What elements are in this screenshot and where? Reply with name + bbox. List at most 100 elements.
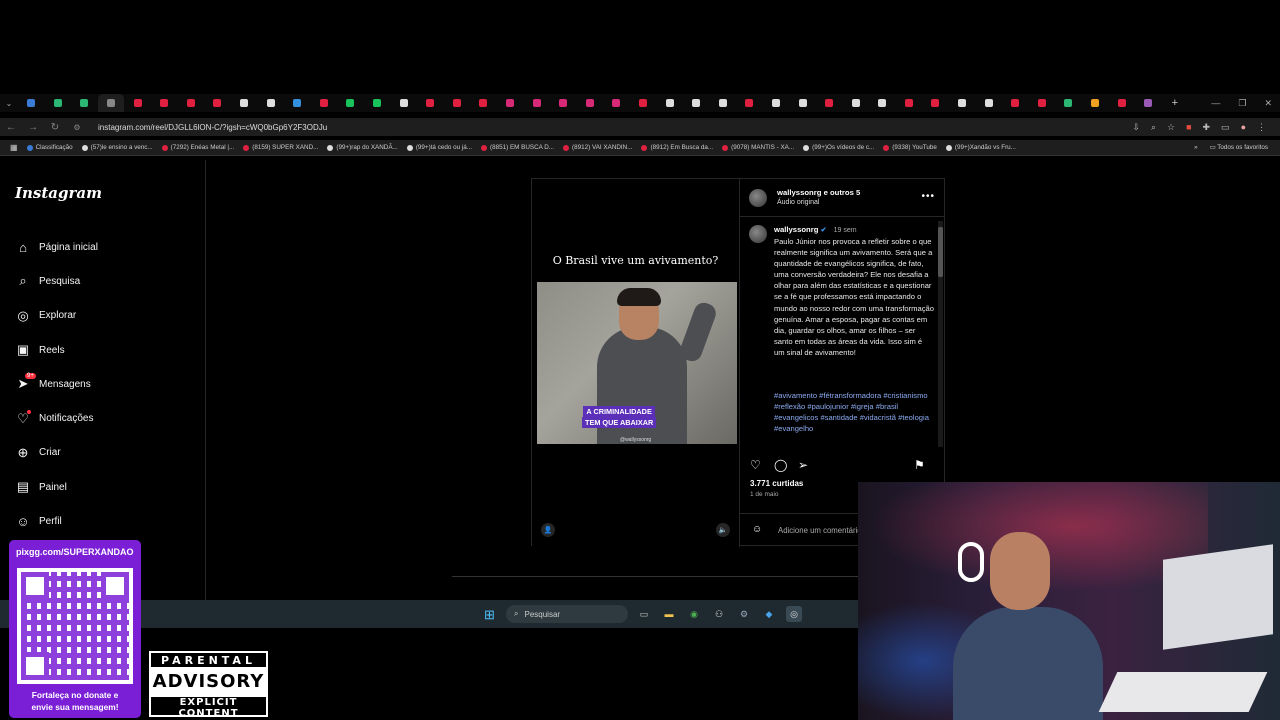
sidebar-item-pesquisa[interactable]: ⌕ Pesquisa <box>15 264 98 298</box>
app-icon[interactable]: ⚇ <box>711 606 727 622</box>
share-icon[interactable]: ➢ <box>798 458 822 472</box>
caption-scrollbar[interactable] <box>938 221 943 447</box>
apps-icon[interactable]: ▦ <box>10 143 18 152</box>
browser-tab[interactable] <box>1029 94 1056 112</box>
browser-tab[interactable] <box>1135 94 1162 112</box>
browser-tab[interactable] <box>869 94 896 112</box>
browser-tab[interactable] <box>1082 94 1109 112</box>
bookmark-item[interactable]: (8159) SUPER XAND... <box>243 144 318 151</box>
browser-tab[interactable] <box>124 94 151 112</box>
url-field[interactable]: instagram.com/reel/DJGLL6lON-C/?igsh=cWQ… <box>98 123 327 132</box>
chrome-icon[interactable]: ◉ <box>686 606 702 622</box>
comment-avatar[interactable] <box>749 225 767 243</box>
tagged-users-icon[interactable]: 👤 <box>541 523 555 537</box>
install-app-icon[interactable]: ⇩ <box>1132 122 1140 133</box>
browser-tab[interactable] <box>630 94 657 112</box>
more-options-icon[interactable]: ••• <box>921 191 935 202</box>
close-window-icon[interactable]: ✕ <box>1264 98 1272 109</box>
browser-tab[interactable] <box>337 94 364 112</box>
browser-tab[interactable] <box>656 94 683 112</box>
browser-tab[interactable] <box>204 94 231 112</box>
sidepanel-icon[interactable]: ▭ <box>1221 122 1230 133</box>
sidebar-item-explorar[interactable]: ◎ Explorar <box>15 299 98 333</box>
back-icon[interactable]: ← <box>0 122 22 133</box>
browser-tab[interactable] <box>45 94 72 112</box>
bookmark-item[interactable]: (99+)Xandão vs Fru... <box>945 144 1016 151</box>
browser-tab[interactable] <box>284 94 311 112</box>
browser-tab[interactable] <box>364 94 391 112</box>
bookmark-item[interactable]: (99+)Os vídeos de c... <box>803 144 874 151</box>
caption-username[interactable]: wallyssonrg <box>774 225 818 234</box>
sidebar-item-perfil[interactable]: ☺ Perfil <box>15 504 98 538</box>
site-info-icon[interactable]: ⚙ <box>66 123 88 132</box>
bookmark-star-icon[interactable]: ☆ <box>1167 122 1175 133</box>
store-icon[interactable]: ◆ <box>761 606 777 622</box>
browser-tab[interactable] <box>763 94 790 112</box>
caption-hashtags[interactable]: #avivamento #fétransformadora #cristiani… <box>774 390 934 434</box>
forward-icon[interactable]: → <box>22 122 44 133</box>
comment-input[interactable]: Adicione um comentário... <box>778 526 868 535</box>
taskbar-search[interactable]: ⌕ Pesquisar <box>506 605 628 623</box>
browser-tab[interactable] <box>1108 94 1135 112</box>
comment-icon[interactable]: ◯ <box>774 458 798 472</box>
browser-tab[interactable] <box>576 94 603 112</box>
minimize-icon[interactable]: — <box>1211 98 1220 108</box>
settings-icon[interactable]: ⚙ <box>736 606 752 622</box>
steam-icon[interactable]: ◎ <box>786 606 802 622</box>
file-explorer-icon[interactable]: ▬ <box>661 606 677 622</box>
browser-tab[interactable] <box>390 94 417 112</box>
browser-tab[interactable] <box>151 94 178 112</box>
browser-tab[interactable] <box>71 94 98 112</box>
emoji-icon[interactable]: ☺ <box>752 524 762 535</box>
browser-tab[interactable] <box>736 94 763 112</box>
all-bookmarks[interactable]: ▭ Todos os favoritos <box>1210 144 1268 151</box>
browser-tab[interactable] <box>789 94 816 112</box>
like-icon[interactable]: ♡ <box>750 458 774 472</box>
browser-tab[interactable] <box>523 94 550 112</box>
browser-tab[interactable] <box>311 94 338 112</box>
bookmark-item[interactable]: (99+)tá cedo ou já... <box>406 144 472 151</box>
browser-tab[interactable] <box>550 94 577 112</box>
bookmark-item[interactable]: (57)le ensino a venc... <box>81 144 153 151</box>
restore-icon[interactable]: ❐ <box>1238 98 1246 109</box>
bookmark-item[interactable]: (7292) Enéas Metal |... <box>161 144 234 151</box>
reel-video[interactable]: O Brasil vive um avivamento? A CRIMINALI… <box>532 179 739 547</box>
menu-dots-icon[interactable]: ⋮ <box>1257 122 1266 133</box>
sidebar-item-painel[interactable]: ▤ Painel <box>15 470 98 504</box>
more-bookmarks-icon[interactable]: » <box>1194 144 1198 151</box>
browser-tab[interactable] <box>683 94 710 112</box>
sidebar-item-criar[interactable]: ⊕ Criar <box>15 436 98 470</box>
new-tab-button[interactable]: + <box>1162 94 1189 112</box>
extension-red-icon[interactable]: ■ <box>1186 122 1191 132</box>
browser-tab[interactable] <box>709 94 736 112</box>
bookmark-item[interactable]: (8912) VAI XANDIN... <box>563 144 632 151</box>
browser-tab[interactable] <box>1002 94 1029 112</box>
sidebar-item-notificações[interactable]: ♡ Notificações <box>15 401 98 435</box>
browser-tab[interactable] <box>18 94 45 112</box>
sidebar-item-reels[interactable]: ▣ Reels <box>15 333 98 367</box>
author-avatar[interactable] <box>749 189 767 207</box>
scrollbar-thumb[interactable] <box>938 227 943 277</box>
browser-tab[interactable] <box>257 94 284 112</box>
reload-icon[interactable]: ↻ <box>44 122 66 133</box>
browser-tab[interactable] <box>178 94 205 112</box>
browser-tab[interactable] <box>470 94 497 112</box>
sidebar-item-página-inicial[interactable]: ⌂ Página inicial <box>15 230 98 264</box>
profile-avatar-icon[interactable]: ● <box>1241 122 1246 132</box>
bookmark-item[interactable]: (8912) Em Busca da... <box>641 144 713 151</box>
post-author[interactable]: wallyssonrg e outros 5 <box>777 188 860 197</box>
sidebar-item-mensagens[interactable]: ➤ 9+ Mensagens <box>15 367 98 401</box>
save-icon[interactable]: ⚑ <box>914 458 938 472</box>
post-audio[interactable]: Áudio original <box>777 199 819 206</box>
browser-tab[interactable] <box>1055 94 1082 112</box>
bookmark-item[interactable]: (9338) YouTube <box>883 144 937 151</box>
browser-tab[interactable] <box>816 94 843 112</box>
bookmark-item[interactable]: (8851) EM BUSCA D... <box>481 144 554 151</box>
bookmark-item[interactable]: (99+)rap do XANDÃ... <box>327 144 398 151</box>
browser-tab[interactable] <box>949 94 976 112</box>
tab-search-dropdown[interactable]: ⌄ <box>0 94 18 112</box>
bookmark-item[interactable]: (9078) MANTIS - XA... <box>722 144 794 151</box>
browser-tab[interactable] <box>922 94 949 112</box>
browser-tab[interactable] <box>97 94 125 112</box>
browser-tab[interactable] <box>896 94 923 112</box>
